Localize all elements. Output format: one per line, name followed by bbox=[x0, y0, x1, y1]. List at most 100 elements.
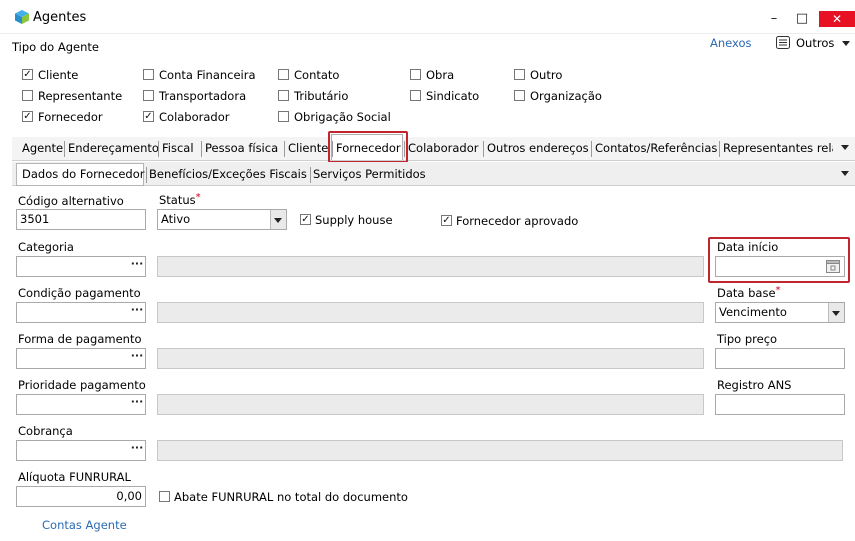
chevron-down-icon[interactable] bbox=[842, 41, 850, 46]
prioridade-pagamento-input[interactable] bbox=[16, 394, 146, 415]
forma-pagamento-label: Forma de pagamento bbox=[18, 332, 142, 346]
supply-house-checkbox[interactable]: ✓ bbox=[300, 214, 311, 225]
condicao-pagamento-input[interactable] bbox=[16, 302, 146, 323]
status-select[interactable]: Ativo bbox=[157, 209, 287, 230]
checkbox-label-fornecedor: Fornecedor bbox=[38, 110, 103, 124]
checkbox-label-sindicato: Sindicato bbox=[426, 89, 480, 103]
checkbox-cliente[interactable]: ✓ bbox=[22, 69, 33, 80]
tab-contatos-referencias[interactable]: Contatos/Referências bbox=[595, 141, 717, 155]
checkbox-label-tributario: Tributário bbox=[294, 89, 349, 103]
aliquota-funrural-input[interactable]: 0,00 bbox=[16, 486, 146, 507]
checkbox-fornecedor[interactable]: ✓ bbox=[22, 111, 33, 122]
status-value: Ativo bbox=[161, 212, 191, 226]
tab-separator bbox=[591, 141, 592, 157]
checkbox-label-colaborador: Colaborador bbox=[159, 110, 230, 124]
tabs-overflow-chevron-icon[interactable] bbox=[841, 145, 849, 150]
maximize-icon[interactable]: □ bbox=[787, 10, 817, 28]
tab-fornecedor[interactable]: Fornecedor bbox=[336, 141, 401, 155]
checkbox-label-organizacao: Organização bbox=[530, 89, 602, 103]
abate-funrural-checkbox[interactable] bbox=[159, 491, 170, 502]
subtabs-overflow-chevron-icon[interactable] bbox=[841, 171, 849, 176]
checkbox-obra[interactable] bbox=[410, 69, 421, 80]
tipo-preco-label: Tipo preço bbox=[717, 332, 778, 346]
forma-pagamento-input[interactable] bbox=[16, 348, 146, 369]
cobranca-lookup-button[interactable]: ··· bbox=[129, 441, 145, 460]
condicao-pagamento-label: Condição pagamento bbox=[18, 286, 141, 300]
aliquota-funrural-label: Alíquota FUNRURAL bbox=[18, 470, 131, 484]
minimize-icon[interactable]: – bbox=[759, 10, 789, 28]
chevron-down-icon bbox=[274, 218, 282, 223]
cobranca-input[interactable] bbox=[16, 440, 146, 461]
codigo-alternativo-label: Código alternativo bbox=[18, 194, 124, 208]
section-title: Tipo do Agente bbox=[12, 40, 99, 54]
outros-menu-icon[interactable] bbox=[776, 36, 790, 49]
tab-pessoa-fisica[interactable]: Pessoa física bbox=[205, 141, 278, 155]
title-bar: Agentes – □ ✕ bbox=[0, 0, 855, 34]
condicao-pagamento-description bbox=[157, 302, 704, 323]
registro-ans-input[interactable] bbox=[715, 394, 845, 415]
checkbox-label-outro: Outro bbox=[530, 68, 563, 82]
subtab-servicos-permitidos[interactable]: Serviços Permitidos bbox=[313, 167, 426, 181]
subtab-separator bbox=[310, 167, 311, 183]
tab-colaborador[interactable]: Colaborador bbox=[408, 141, 478, 155]
tab-separator bbox=[483, 141, 484, 157]
tab-separator bbox=[284, 141, 285, 157]
checkbox-label-conta-financeira: Conta Financeira bbox=[159, 68, 256, 82]
registro-ans-label: Registro ANS bbox=[717, 378, 792, 392]
checkbox-organizacao[interactable] bbox=[514, 90, 525, 101]
condicao-pagamento-lookup-button[interactable]: ··· bbox=[129, 303, 145, 322]
anexos-link[interactable]: Anexos bbox=[710, 36, 752, 50]
checkbox-label-obrigacao-social: Obrigação Social bbox=[294, 110, 391, 124]
tab-outros-enderecos[interactable]: Outros endereços bbox=[487, 141, 589, 155]
prioridade-pagamento-description bbox=[157, 394, 704, 415]
status-label: Status* bbox=[159, 192, 201, 207]
checkbox-label-representante: Representante bbox=[38, 89, 123, 103]
checkbox-colaborador[interactable]: ✓ bbox=[143, 111, 154, 122]
codigo-alternativo-input[interactable]: 3501 bbox=[16, 209, 146, 230]
tab-fiscal[interactable]: Fiscal bbox=[162, 141, 194, 155]
tab-separator bbox=[201, 141, 202, 157]
tab-separator bbox=[158, 141, 159, 157]
forma-pagamento-lookup-button[interactable]: ··· bbox=[129, 349, 145, 368]
tab-representantes-relac[interactable]: Representantes relac bbox=[723, 141, 833, 155]
checkbox-outro[interactable] bbox=[514, 69, 525, 80]
fornecedor-aprovado-label: Fornecedor aprovado bbox=[456, 214, 579, 228]
checkbox-tributario[interactable] bbox=[278, 90, 289, 101]
cobranca-description bbox=[157, 440, 843, 461]
categoria-lookup-button[interactable]: ··· bbox=[129, 257, 145, 276]
prioridade-pagamento-label: Prioridade pagamento bbox=[18, 378, 146, 392]
prioridade-pagamento-lookup-button[interactable]: ··· bbox=[129, 395, 145, 414]
cobranca-label: Cobrança bbox=[18, 424, 73, 438]
tipo-preco-input[interactable] bbox=[715, 348, 845, 369]
categoria-input[interactable] bbox=[16, 256, 146, 277]
checkbox-sindicato[interactable] bbox=[410, 90, 421, 101]
chevron-down-icon bbox=[832, 311, 840, 316]
close-icon[interactable]: ✕ bbox=[819, 11, 855, 27]
checkbox-representante[interactable] bbox=[22, 90, 33, 101]
data-base-label: Data base* bbox=[717, 285, 781, 300]
subtab-dados-do-fornecedor[interactable]: Dados do Fornecedor bbox=[22, 167, 144, 181]
checkbox-contato[interactable] bbox=[278, 69, 289, 80]
app-cube-icon bbox=[14, 9, 30, 25]
highlight-box-data-inicio bbox=[708, 237, 850, 283]
categoria-label: Categoria bbox=[18, 240, 74, 254]
supply-house-label: Supply house bbox=[315, 213, 393, 227]
contas-agente-link[interactable]: Contas Agente bbox=[42, 518, 127, 532]
fornecedor-aprovado-checkbox[interactable]: ✓ bbox=[441, 215, 452, 226]
checkbox-label-contato: Contato bbox=[294, 68, 340, 82]
checkbox-obrigacao-social[interactable] bbox=[278, 111, 289, 122]
data-base-select[interactable]: Vencimento bbox=[715, 302, 845, 323]
tab-cliente[interactable]: Cliente bbox=[288, 141, 328, 155]
tab-agente[interactable]: Agente bbox=[22, 141, 63, 155]
data-base-value: Vencimento bbox=[719, 305, 787, 319]
checkbox-label-cliente: Cliente bbox=[38, 68, 79, 82]
window-title: Agentes bbox=[33, 10, 87, 25]
checkbox-transportadora[interactable] bbox=[143, 90, 154, 101]
abate-funrural-label: Abate FUNRURAL no total do documento bbox=[174, 490, 408, 504]
tab-separator bbox=[719, 141, 720, 157]
outros-menu-button[interactable]: Outros bbox=[796, 36, 834, 50]
tab-enderecamento[interactable]: Endereçamento bbox=[68, 141, 159, 155]
subtab-beneficios-excecoes-fiscais[interactable]: Benefícios/Exceções Fiscais bbox=[149, 167, 307, 181]
checkbox-label-transportadora: Transportadora bbox=[159, 89, 247, 103]
checkbox-conta-financeira[interactable] bbox=[143, 69, 154, 80]
